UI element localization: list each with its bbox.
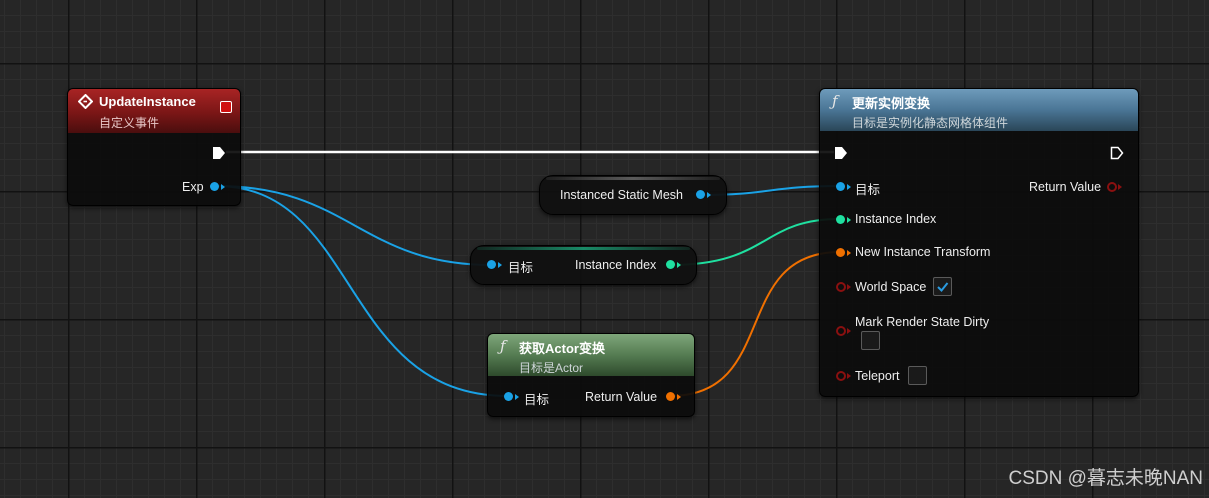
getter-sheen [477, 247, 690, 250]
mesh-output-pin-arrow [707, 192, 711, 198]
getter-target-pin-arrow [498, 262, 502, 268]
function-subtitle: 目标是实例化静态网格体组件 [852, 116, 1009, 130]
checkmark-icon [937, 282, 949, 292]
get-transform-return-pin-arrow [677, 394, 681, 400]
teleport-pin-arrow [847, 373, 851, 379]
new-transform-pin-arrow [847, 250, 851, 256]
world-space-checkbox[interactable] [933, 277, 952, 296]
getter-output-label: Instance Index [575, 258, 657, 272]
return-value-label: Return Value [1029, 180, 1102, 194]
event-diamond-icon [78, 94, 93, 109]
event-subtitle: 自定义事件 [99, 116, 160, 130]
return-value-pin-arrow [1118, 184, 1122, 190]
instance-index-getter[interactable]: 目标 Instance Index [470, 245, 697, 285]
instance-index-pin[interactable] [836, 215, 845, 224]
mesh-variable-label: Instanced Static Mesh [560, 188, 683, 202]
new-transform-pin[interactable] [836, 248, 845, 257]
target-label: 目标 [855, 183, 881, 197]
mark-dirty-pin[interactable] [836, 326, 846, 336]
getter-index-pin-arrow [677, 262, 681, 268]
variable-sheen [546, 177, 720, 180]
instance-index-pin-arrow [847, 217, 851, 223]
world-space-pin[interactable] [836, 282, 846, 292]
get-transform-target-label: 目标 [524, 393, 550, 407]
wire-exp-to-index-target [215, 185, 493, 266]
event-delegate-pin[interactable] [220, 101, 232, 113]
wire-exp-to-get-transform [215, 185, 509, 397]
target-pin-arrow [847, 184, 851, 190]
function-f-icon: ƒ [832, 92, 838, 110]
mesh-output-pin[interactable] [696, 190, 705, 199]
teleport-checkbox[interactable] [908, 366, 927, 385]
event-title: UpdateInstance [99, 94, 196, 109]
mark-dirty-checkbox[interactable] [861, 331, 880, 350]
teleport-pin[interactable] [836, 371, 846, 381]
instanced-static-mesh-variable[interactable]: Instanced Static Mesh [539, 175, 727, 215]
mark-dirty-pin-arrow [847, 328, 851, 334]
watermark: CSDN @暮志未晚NAN [1008, 468, 1203, 489]
exp-pin-arrow [221, 184, 225, 190]
get-transform-return-pin[interactable] [666, 392, 675, 401]
function-exec-in-pin[interactable] [834, 146, 848, 160]
getter-target-pin[interactable] [487, 260, 496, 269]
world-space-pin-arrow [847, 284, 851, 290]
mark-dirty-label: Mark Render State Dirty [855, 315, 990, 329]
world-space-label: World Space [855, 280, 927, 294]
get-transform-title: 获取Actor变换 [519, 341, 605, 356]
get-transform-subtitle: 目标是Actor [519, 361, 584, 375]
return-value-pin[interactable] [1107, 182, 1117, 192]
get-transform-target-pin[interactable] [504, 392, 513, 401]
get-transform-target-pin-arrow [515, 394, 519, 400]
get-actor-transform-node[interactable]: ƒ 获取Actor变换 目标是Actor 目标 Return Value [487, 333, 695, 417]
new-transform-label: New Instance Transform [855, 245, 991, 259]
instance-index-label: Instance Index [855, 212, 937, 226]
teleport-label: Teleport [855, 369, 900, 383]
getter-index-pin[interactable] [666, 260, 675, 269]
function-exec-out-pin[interactable] [1110, 146, 1124, 160]
update-instance-transform-node[interactable]: ƒ 更新实例变换 目标是实例化静态网格体组件 目标 Return Value I… [819, 88, 1139, 397]
event-exec-out-pin[interactable] [212, 146, 226, 160]
function-title: 更新实例变换 [852, 96, 931, 111]
target-pin[interactable] [836, 182, 845, 191]
exp-pin[interactable] [210, 182, 219, 191]
getter-target-label: 目标 [508, 261, 534, 275]
function-f-icon: ƒ [500, 337, 506, 355]
custom-event-node[interactable]: UpdateInstance 自定义事件 Exp [67, 88, 241, 206]
get-transform-return-label: Return Value [585, 390, 658, 404]
exp-pin-label: Exp [182, 180, 204, 194]
